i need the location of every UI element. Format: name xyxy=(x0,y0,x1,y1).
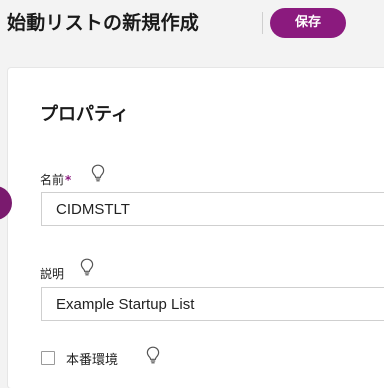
page-title: 始動リストの新規作成 xyxy=(7,12,200,34)
lightbulb-icon[interactable] xyxy=(80,258,94,276)
page-header: 始動リストの新規作成 保存 xyxy=(0,0,384,50)
production-label: 本番環境 xyxy=(66,353,119,368)
description-input[interactable] xyxy=(41,287,384,321)
description-field-label: 説明 xyxy=(40,267,65,281)
save-button[interactable]: 保存 xyxy=(270,8,346,38)
lightbulb-icon[interactable] xyxy=(91,164,105,182)
lightbulb-icon[interactable] xyxy=(146,346,160,364)
production-checkbox[interactable] xyxy=(41,351,55,365)
required-mark: * xyxy=(65,173,72,187)
title-divider xyxy=(262,12,263,34)
section-title: プロパティ xyxy=(40,104,129,125)
name-input[interactable] xyxy=(41,192,384,226)
name-label-text: 名前 xyxy=(40,173,65,187)
name-field-label: 名前* xyxy=(40,171,71,188)
